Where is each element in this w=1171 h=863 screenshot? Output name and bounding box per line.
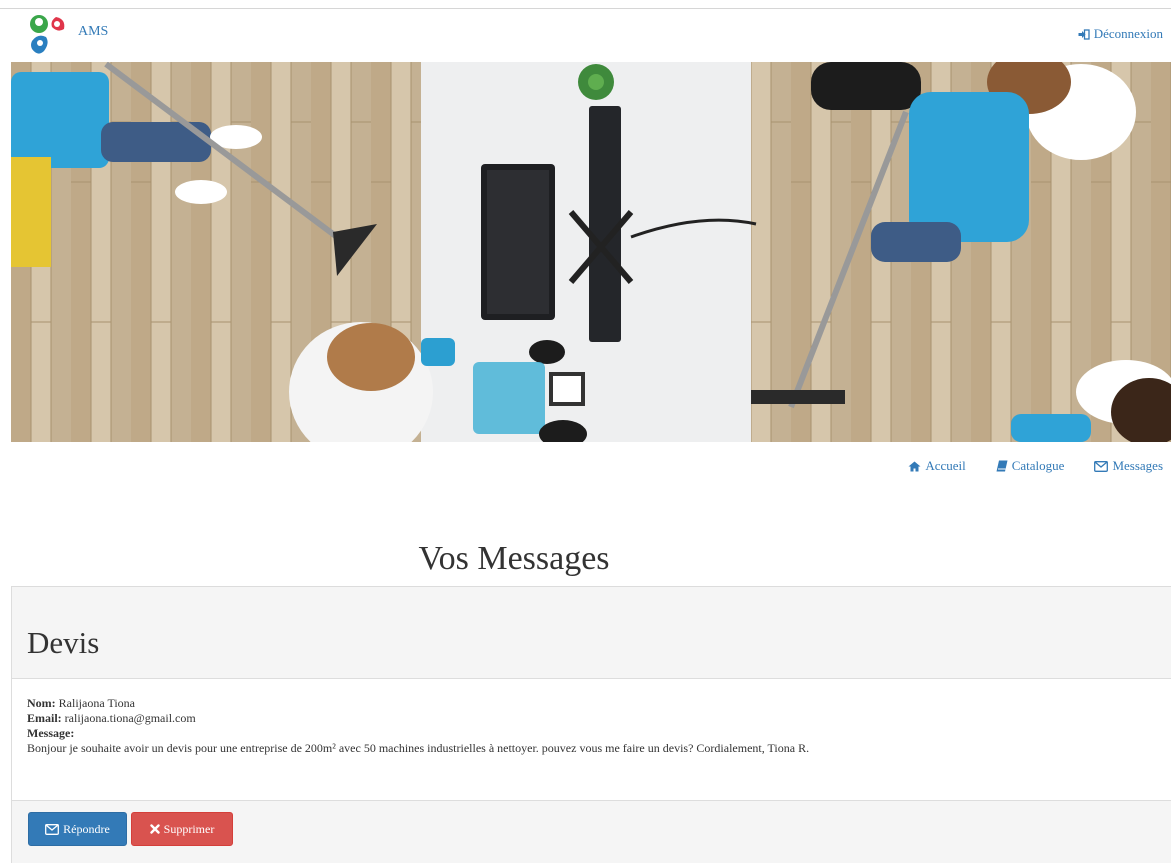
nav-label-accueil: Accueil [925, 458, 966, 473]
sender-email-row: Email: ralijaona.tiona@gmail.com [27, 711, 1157, 726]
sender-email: ralijaona.tiona@gmail.com [64, 711, 196, 725]
nav-item-catalogue[interactable]: Catalogue [996, 458, 1065, 474]
sender-name-row: Nom: Ralijaona Tiona [27, 696, 1157, 711]
envelope-icon [1094, 460, 1109, 472]
nav-item-accueil[interactable]: Accueil [908, 458, 966, 474]
sender-name: Ralijaona Tiona [58, 696, 136, 710]
hero-banner [11, 62, 1171, 442]
panel-footer: Répondre Supprimer [12, 800, 1171, 863]
delete-label: Supprimer [163, 821, 215, 836]
nav-label-catalogue: Catalogue [1011, 458, 1065, 473]
message-label: Message: [27, 726, 75, 740]
envelope-icon [45, 823, 60, 835]
message-subject: Devis [27, 625, 100, 660]
home-icon [908, 461, 921, 472]
top-navbar: AMS Déconnexion [0, 8, 1171, 62]
nav-item-messages[interactable]: Messages [1094, 458, 1163, 474]
book-icon [996, 460, 1008, 472]
message-label-row: Message: [27, 726, 1157, 741]
sign-out-icon [1078, 28, 1090, 40]
reply-label: Répondre [63, 821, 110, 836]
main-nav: Accueil Catalogue Messages [908, 458, 1163, 474]
logout-link[interactable]: Déconnexion [1078, 26, 1163, 42]
close-icon [149, 824, 160, 834]
message-text: Bonjour je souhaite avoir un devis pour … [27, 741, 810, 755]
name-label: Nom: [27, 696, 56, 710]
email-label: Email: [27, 711, 62, 725]
brand-link[interactable]: AMS [78, 24, 108, 40]
panel-heading: Devis [12, 587, 1171, 679]
ams-logo[interactable] [26, 11, 74, 61]
logout-label: Déconnexion [1093, 26, 1163, 41]
page-title: Vos Messages [418, 540, 610, 577]
delete-button[interactable]: Supprimer [131, 812, 233, 846]
page: AMS Déconnexion Accueil Catalogue Messag… [0, 0, 1171, 863]
nav-label-messages: Messages [1112, 458, 1163, 473]
message-body: Nom: Ralijaona Tiona Email: ralijaona.ti… [27, 696, 1157, 756]
reply-button[interactable]: Répondre [28, 812, 127, 846]
message-panel: Devis Nom: Ralijaona Tiona Email: ralija… [11, 587, 1171, 863]
